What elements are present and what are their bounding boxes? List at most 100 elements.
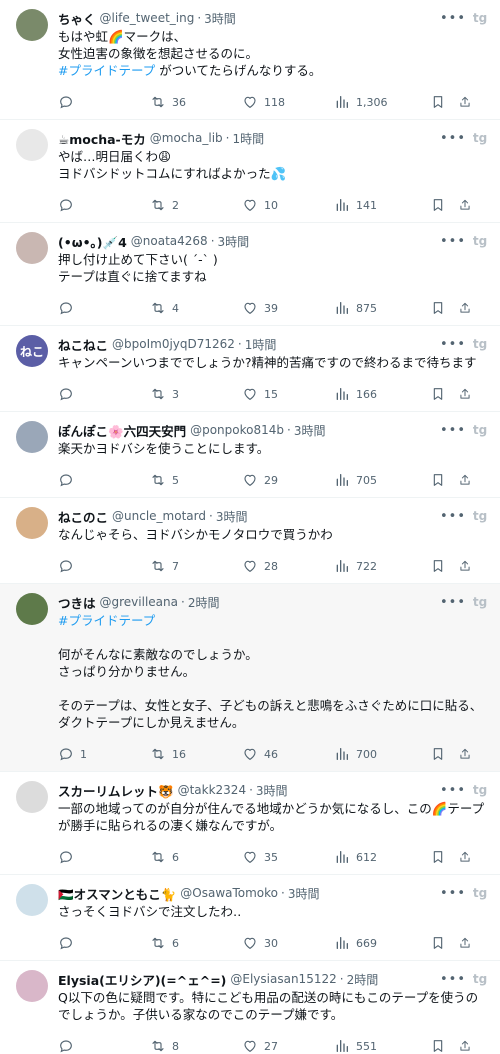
reply-button[interactable] — [58, 849, 150, 865]
display-name[interactable]: ねこのこ — [58, 507, 108, 526]
timestamp[interactable]: 1時間 — [232, 130, 264, 147]
share-button[interactable] — [458, 472, 478, 488]
share-button[interactable] — [458, 386, 478, 402]
views-button[interactable]: 141 — [334, 197, 430, 213]
user-handle[interactable]: @OsawaTomoko — [180, 886, 278, 900]
reply-button[interactable] — [58, 1038, 150, 1054]
hashtag-link[interactable]: #プライドテープ — [58, 613, 155, 628]
user-handle[interactable]: @takk2324 — [178, 783, 247, 797]
avatar[interactable] — [16, 129, 48, 161]
tweet[interactable]: スカーリムレット🐯 @takk2324 · 3時間 ••• tg 一部の地域って… — [0, 772, 500, 875]
avatar[interactable] — [16, 884, 48, 916]
like-button[interactable]: 29 — [242, 472, 334, 488]
reply-button[interactable] — [58, 558, 150, 574]
share-button[interactable] — [458, 935, 478, 951]
tweet[interactable]: つきは @grevilleana · 2時間 ••• tg #プライドテープ 何が… — [0, 584, 500, 772]
more-icon[interactable]: ••• — [440, 595, 465, 610]
retweet-button[interactable]: 7 — [150, 558, 242, 574]
timestamp[interactable]: 2時間 — [347, 971, 379, 988]
hashtag-link[interactable]: #プライドテープ — [58, 63, 155, 78]
reply-button[interactable] — [58, 386, 150, 402]
bookmark-button[interactable] — [430, 197, 458, 213]
display-name[interactable]: ねこねこ — [58, 335, 108, 354]
reply-button[interactable] — [58, 300, 150, 316]
more-icon[interactable]: ••• — [440, 509, 465, 524]
more-icon[interactable]: ••• — [440, 131, 465, 146]
views-button[interactable]: 612 — [334, 849, 430, 865]
views-button[interactable]: 705 — [334, 472, 430, 488]
timestamp[interactable]: 1時間 — [245, 336, 277, 353]
tweet[interactable]: Elysia(エリシア)(=^ェ^=) @Elysiasan15122 · 2時… — [0, 961, 500, 1054]
more-icon[interactable]: ••• — [440, 423, 465, 438]
bookmark-button[interactable] — [430, 472, 458, 488]
bookmark-button[interactable] — [430, 849, 458, 865]
views-button[interactable]: 669 — [334, 935, 430, 951]
reply-button[interactable] — [58, 197, 150, 213]
timestamp[interactable]: 3時間 — [288, 885, 320, 902]
more-icon[interactable]: ••• — [440, 886, 465, 901]
like-button[interactable]: 15 — [242, 386, 334, 402]
avatar[interactable] — [16, 232, 48, 264]
tweet[interactable]: ☕mocha-モカ @mocha_lib · 1時間 ••• tg やば…明日届… — [0, 120, 500, 223]
more-icon[interactable]: ••• — [440, 234, 465, 249]
like-button[interactable]: 30 — [242, 935, 334, 951]
user-handle[interactable]: @ponpoko814b — [190, 423, 284, 437]
reply-button[interactable] — [58, 472, 150, 488]
share-button[interactable] — [458, 558, 478, 574]
bookmark-button[interactable] — [430, 386, 458, 402]
retweet-button[interactable]: 36 — [150, 94, 242, 110]
share-button[interactable] — [458, 849, 478, 865]
more-icon[interactable]: ••• — [440, 337, 465, 352]
user-handle[interactable]: @uncle_motard — [112, 509, 206, 523]
user-handle[interactable]: @grevilleana — [100, 595, 178, 609]
bookmark-button[interactable] — [430, 1038, 458, 1054]
views-button[interactable]: 875 — [334, 300, 430, 316]
like-button[interactable]: 39 — [242, 300, 334, 316]
retweet-button[interactable]: 2 — [150, 197, 242, 213]
user-handle[interactable]: @bpoIm0jyqD71262 — [112, 337, 235, 351]
share-button[interactable] — [458, 300, 478, 316]
display-name[interactable]: ちゃく — [58, 9, 96, 28]
avatar[interactable] — [16, 421, 48, 453]
timestamp[interactable]: 3時間 — [204, 10, 236, 27]
retweet-button[interactable]: 3 — [150, 386, 242, 402]
like-button[interactable]: 46 — [242, 746, 334, 762]
user-handle[interactable]: @noata4268 — [131, 234, 208, 248]
retweet-button[interactable]: 6 — [150, 849, 242, 865]
retweet-button[interactable]: 16 — [150, 746, 242, 762]
retweet-button[interactable]: 8 — [150, 1038, 242, 1054]
share-button[interactable] — [458, 746, 478, 762]
avatar[interactable] — [16, 970, 48, 1002]
views-button[interactable]: 551 — [334, 1038, 430, 1054]
more-icon[interactable]: ••• — [440, 783, 465, 798]
tweet[interactable]: ちゃく @life_tweet_ing · 3時間 ••• tg もはや虹🌈マー… — [0, 0, 500, 120]
avatar[interactable] — [16, 781, 48, 813]
display-name[interactable]: ぽんぽこ🌸六四天安門 — [58, 421, 186, 440]
user-handle[interactable]: @Elysiasan15122 — [230, 972, 336, 986]
like-button[interactable]: 35 — [242, 849, 334, 865]
timestamp[interactable]: 3時間 — [256, 782, 288, 799]
avatar[interactable] — [16, 507, 48, 539]
display-name[interactable]: 🇵🇸オスマンともこ🐈 — [58, 884, 176, 903]
avatar[interactable] — [16, 593, 48, 625]
views-button[interactable]: 700 — [334, 746, 430, 762]
tweet[interactable]: ねこのこ @uncle_motard · 3時間 ••• tg なんじゃそら、ヨ… — [0, 498, 500, 584]
tweet[interactable]: 🇵🇸オスマンともこ🐈 @OsawaTomoko · 3時間 ••• tg さっそ… — [0, 875, 500, 961]
user-handle[interactable]: @mocha_lib — [150, 131, 223, 145]
bookmark-button[interactable] — [430, 746, 458, 762]
display-name[interactable]: スカーリムレット🐯 — [58, 781, 174, 800]
timestamp[interactable]: 3時間 — [216, 508, 248, 525]
display-name[interactable]: つきは — [58, 593, 96, 612]
more-icon[interactable]: ••• — [440, 11, 465, 26]
avatar[interactable]: ねこ — [16, 335, 48, 367]
tweet[interactable]: (•ω•｡)💉4 @noata4268 · 3時間 ••• tg 押し付け止めて… — [0, 223, 500, 326]
timestamp[interactable]: 3時間 — [294, 422, 326, 439]
bookmark-button[interactable] — [430, 300, 458, 316]
retweet-button[interactable]: 6 — [150, 935, 242, 951]
views-button[interactable]: 722 — [334, 558, 430, 574]
bookmark-button[interactable] — [430, 94, 458, 110]
like-button[interactable]: 28 — [242, 558, 334, 574]
timestamp[interactable]: 2時間 — [188, 594, 220, 611]
retweet-button[interactable]: 5 — [150, 472, 242, 488]
share-button[interactable] — [458, 197, 478, 213]
